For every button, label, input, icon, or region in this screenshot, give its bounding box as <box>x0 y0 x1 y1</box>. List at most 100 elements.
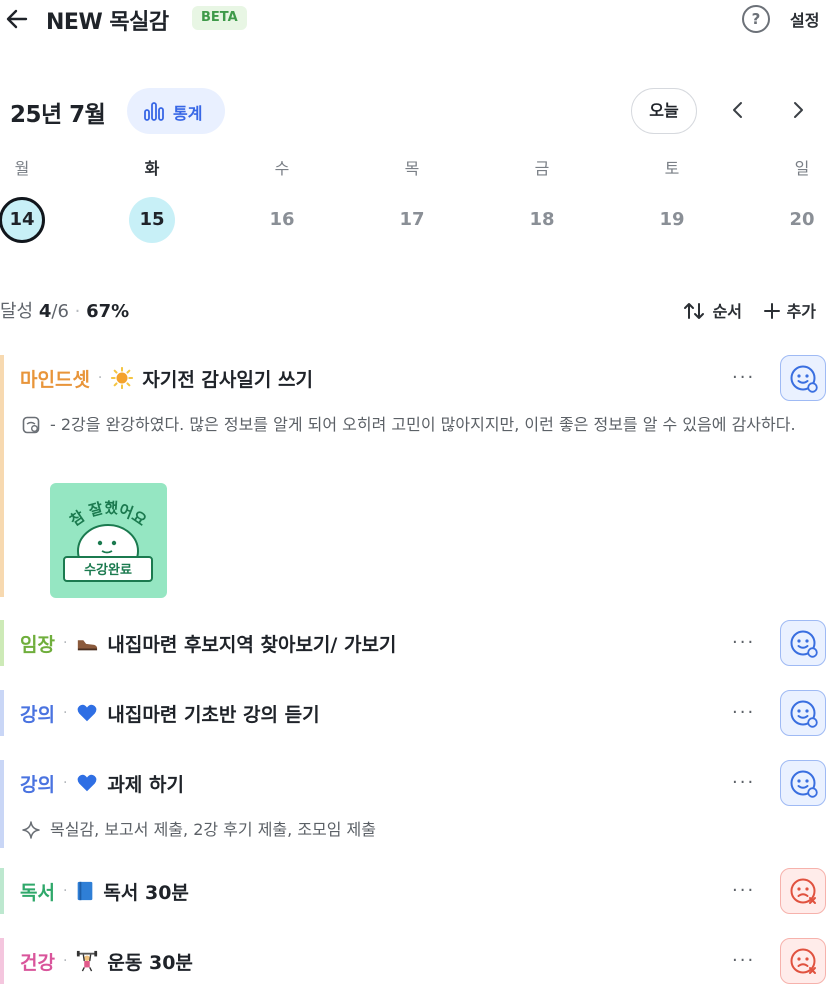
task-name: 내집마련 기초반 강의 듣기 <box>107 703 320 726</box>
sticker-image[interactable]: 참 잘했어요 수강완료 <box>50 483 167 598</box>
shoe-icon <box>78 640 98 651</box>
plus-icon <box>764 303 780 319</box>
weekday-label: 화 <box>144 159 160 178</box>
smile-face-icon <box>790 630 818 658</box>
weightlifter-icon <box>77 950 98 972</box>
day-column[interactable]: 일 20 <box>772 155 827 250</box>
add-button[interactable]: 추가 <box>763 298 816 322</box>
task-item[interactable]: 독서 · 독서 30분 ··· <box>0 868 827 914</box>
memo-icon <box>22 416 40 434</box>
date-cell[interactable]: 16 <box>259 197 305 243</box>
sun-icon <box>111 367 134 389</box>
smile-face-icon <box>790 365 818 393</box>
more-options-icon[interactable]: ··· <box>732 880 755 901</box>
more-options-icon[interactable]: ··· <box>732 702 755 723</box>
memo-text: - 2강을 완강하였다. 많은 정보를 알게 되어 오히려 고민이 많아지지만,… <box>50 415 796 434</box>
app-header: NEW 목실감 BETA ? 설정 <box>0 0 827 38</box>
task-item[interactable]: 강의 · 내집마련 기초반 강의 듣기 ··· <box>0 690 827 736</box>
date-cell[interactable]: 19 <box>649 197 695 243</box>
separator-dot: · <box>62 775 68 791</box>
task-name: 과제 하기 <box>107 773 184 796</box>
more-options-icon[interactable]: ··· <box>732 772 755 793</box>
task-row: 독서 · 독서 30분 <box>20 868 189 914</box>
frown-face-icon <box>790 948 816 974</box>
help-icon[interactable]: ? <box>742 5 770 33</box>
weekday-label: 토 <box>664 159 680 178</box>
week-strip: 월 14 화 15 수 16 목 17 금 18 토 19 일 20 <box>0 155 827 250</box>
task-item[interactable]: 마인드셋 · 자기전 감사일기 쓰기 ··· - 2강을 완강하였다. 많은 정… <box>0 355 827 598</box>
day-column[interactable]: 목 17 <box>382 155 442 250</box>
weekday-label: 일 <box>794 159 810 178</box>
status-ok-button[interactable] <box>780 760 826 806</box>
status-ok-button[interactable] <box>780 355 826 401</box>
task-name: 운동 30분 <box>107 951 193 974</box>
smile-face-icon <box>790 700 818 728</box>
chevron-right-icon[interactable] <box>786 98 810 122</box>
more-options-icon[interactable]: ··· <box>732 367 755 388</box>
task-category: 건강 <box>20 951 55 974</box>
task-category: 독서 <box>20 881 55 904</box>
category-bar <box>0 620 4 666</box>
stats-button[interactable]: 통계 <box>127 88 225 134</box>
status-ok-button[interactable] <box>780 620 826 666</box>
weekday-label: 목 <box>404 159 420 178</box>
day-column[interactable]: 토 19 <box>642 155 702 250</box>
task-subnote: 목실감, 보고서 제출, 2강 후기 제출, 조모임 제출 <box>20 816 780 843</box>
category-bar <box>0 868 4 914</box>
achievement-percent: 67% <box>86 301 130 322</box>
achievement-summary: 달성 4/6 · 67% 순서 추가 <box>0 295 827 325</box>
subnote-text: 목실감, 보고서 제출, 2강 후기 제출, 조모임 제출 <box>50 820 376 839</box>
settings-button[interactable]: 설정 <box>790 7 819 31</box>
sort-label: 순서 <box>712 302 743 321</box>
day-column[interactable]: 월 14 <box>0 155 52 250</box>
task-item[interactable]: 임장 · 내집마련 후보지역 찾아보기/ 가보기 ··· <box>0 620 827 666</box>
category-bar <box>0 938 4 984</box>
task-item[interactable]: 강의 · 과제 하기 ··· 목실감, 보고서 제출, 2강 후기 제출, 조모… <box>0 760 827 848</box>
category-bar <box>0 690 4 736</box>
task-category: 강의 <box>20 773 55 796</box>
day-column[interactable]: 금 18 <box>512 155 572 250</box>
sparkle-icon <box>22 821 40 839</box>
date-cell[interactable]: 17 <box>389 197 435 243</box>
day-column[interactable]: 화 15 <box>122 155 182 250</box>
separator-dot: · <box>62 883 68 899</box>
separator-dot: · <box>74 301 81 322</box>
blue-book-icon <box>78 881 93 901</box>
more-options-icon[interactable]: ··· <box>732 950 755 971</box>
more-options-icon[interactable]: ··· <box>732 632 755 653</box>
date-cell[interactable]: 18 <box>519 197 565 243</box>
chevron-left-icon[interactable] <box>726 98 750 122</box>
task-row: 강의 · 과제 하기 <box>20 760 184 806</box>
date-cell[interactable]: 14 <box>0 197 45 243</box>
task-category: 마인드셋 <box>20 368 90 391</box>
status-fail-button[interactable] <box>780 938 826 984</box>
weekday-label: 수 <box>274 159 290 178</box>
status-ok-button[interactable] <box>780 690 826 736</box>
back-arrow-icon[interactable] <box>4 6 30 32</box>
status-fail-button[interactable] <box>780 868 826 914</box>
weekday-label: 월 <box>14 159 30 178</box>
blue-heart-icon <box>78 774 97 792</box>
task-name: 내집마련 후보지역 찾아보기/ 가보기 <box>107 633 397 656</box>
task-name: 독서 30분 <box>103 881 189 904</box>
sort-button[interactable]: 순서 <box>683 298 742 322</box>
stats-label: 통계 <box>173 104 203 123</box>
achievement-done: 4 <box>38 301 52 322</box>
blue-heart-icon <box>78 704 97 722</box>
today-button[interactable]: 오늘 <box>631 88 697 134</box>
separator-dot: · <box>62 635 68 651</box>
task-item[interactable]: 건강 · 운동 30분 ··· <box>0 938 827 984</box>
date-cell[interactable]: 15 <box>129 197 175 243</box>
achievement-label: 달성 <box>0 301 34 322</box>
frown-face-icon <box>790 878 816 904</box>
day-column[interactable]: 수 16 <box>252 155 312 250</box>
task-category: 임장 <box>20 633 55 656</box>
sort-arrows-icon <box>684 303 704 319</box>
date-cell[interactable]: 20 <box>779 197 825 243</box>
task-row: 마인드셋 · 자기전 감사일기 쓰기 <box>20 355 313 401</box>
separator-dot: · <box>62 705 68 721</box>
add-label: 추가 <box>786 302 817 321</box>
category-bar <box>0 760 4 848</box>
task-category: 강의 <box>20 703 55 726</box>
month-toolbar: 25년 7월 통계 오늘 <box>0 86 827 136</box>
